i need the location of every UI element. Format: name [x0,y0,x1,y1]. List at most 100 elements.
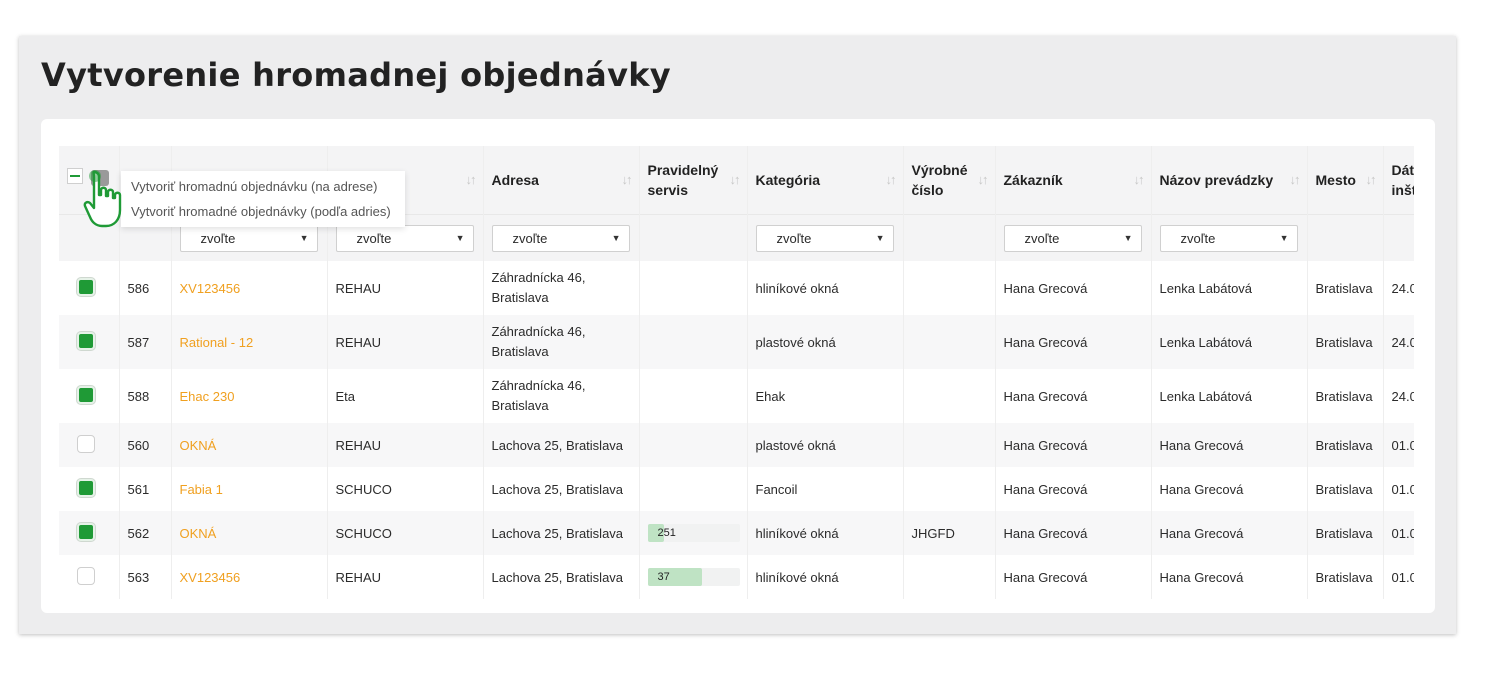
table-row[interactable]: 561 Fabia 1 SCHUCO Lachova 25, Bratislav… [59,467,1414,511]
row-checkbox[interactable] [77,331,95,350]
cell-establishment: Hana Grecová [1151,423,1308,467]
cell-establishment: Lenka Labátová [1151,369,1308,423]
cell-address: Lachova 25, Bratislava [483,511,640,555]
sort-icon[interactable]: ↓↑ [466,172,477,187]
cell-establishment: Hana Grecová [1151,511,1308,555]
cell-address: Záhradnícka 46, Bratislava [483,315,640,369]
address-line: Bratislava [491,398,549,413]
device-name-link[interactable]: XV123456 [180,281,241,296]
sort-icon[interactable]: ↓↑ [1134,172,1145,187]
row-checkbox[interactable] [77,277,95,296]
sort-icon[interactable]: ↓↑ [622,172,633,187]
select-all-checkbox[interactable] [67,168,83,184]
address-line: Záhradnícka 46, [491,378,586,393]
table-row[interactable]: 588 Ehac 230 Eta Záhradnícka 46, Bratisla… [59,369,1414,423]
header-serial[interactable]: Výrobné číslo ↓↑ [903,146,996,215]
row-checkbox[interactable] [77,385,95,404]
chevron-down-icon: ▼ [1279,232,1289,243]
cell-city: Bratislava [1307,261,1384,315]
row-checkbox[interactable] [77,566,95,585]
chevron-down-icon: ▼ [875,232,885,243]
cell-id: 587 [119,315,172,369]
table-row[interactable]: 587 Rational - 12 REHAU Záhradnícka 46, B… [59,315,1414,369]
menu-item-bulk-by-addresses[interactable]: Vytvoriť hromadné objednávky (podľa adri… [121,199,405,224]
cell-establishment: Lenka Labátová [1151,261,1308,315]
cell-address: Záhradnícka 46, Bratislava [483,369,640,423]
cell-customer: Hana Grecová [995,555,1152,599]
header-establishment-label: Názov prevádzky [1159,172,1274,188]
header-city[interactable]: Mesto ↓↑ [1307,146,1384,215]
cell-category: hliníkové okná [747,261,904,315]
cell-serial [903,261,996,315]
cell-regular-service: 37 [639,555,748,599]
table-row[interactable]: 586 XV123456 REHAU Záhradnícka 46, Bratis… [59,261,1414,315]
cell-city: Bratislava [1307,555,1384,599]
sort-icon[interactable]: ↓↑ [1290,172,1301,187]
cell-brand: REHAU [327,261,484,315]
device-name-link[interactable]: OKNÁ [180,438,217,453]
cell-regular-service [639,315,748,369]
device-name-link[interactable]: Ehac 230 [180,389,235,404]
cell-regular-service [639,467,748,511]
row-checkbox[interactable] [77,434,95,453]
device-name-link[interactable]: OKNÁ [180,526,217,541]
cell-customer: Hana Grecová [995,467,1152,511]
cell-customer: Hana Grecová [995,261,1152,315]
header-city-label: Mesto [1315,172,1356,188]
cell-category: hliníkové okná [747,555,904,599]
filter-address-select[interactable]: zvoľte ▼ [491,224,630,252]
cell-regular-service [639,261,748,315]
service-progress-bar: 251 [647,524,740,542]
device-name-link[interactable]: XV123456 [180,570,241,585]
address-line: Lachova 25, Bratislava [491,481,624,497]
table-row[interactable]: 562 OKNÁ SCHUCO Lachova 25, Bratislava 2… [59,511,1414,555]
header-customer-label: Zákazník [1003,172,1063,188]
filter-establishment-select[interactable]: zvoľte ▼ [1159,224,1298,252]
filter-customer-select[interactable]: zvoľte ▼ [1003,224,1142,252]
header-serial-label-1: Výrobné [911,162,968,178]
table-row[interactable]: 560 OKNÁ REHAU Lachova 25, Bratislava pl… [59,423,1414,467]
cell-date: 01.0 [1383,511,1414,555]
filter-name-select[interactable]: zvoľte ▼ [179,224,318,252]
cell-id: 586 [119,261,172,315]
page-title: Vytvorenie hromadnej objednávky [41,56,671,94]
header-category[interactable]: Kategória ↓↑ [747,146,904,215]
cell-city: Bratislava [1307,467,1384,511]
device-name-link[interactable]: Rational - 12 [180,335,254,350]
header-establishment[interactable]: Názov prevádzky ↓↑ [1151,146,1308,215]
filter-category-select[interactable]: zvoľte ▼ [755,224,894,252]
sort-icon[interactable]: ↓↑ [886,172,897,187]
cell-customer: Hana Grecová [995,369,1152,423]
header-address[interactable]: Adresa ↓↑ [483,146,640,215]
sort-icon[interactable]: ↓↑ [730,172,741,187]
menu-item-bulk-at-address[interactable]: Vytvoriť hromadnú objednávku (na adrese) [121,174,405,199]
header-date[interactable]: Dát inšt [1383,146,1414,215]
cell-id: 563 [119,555,172,599]
cell-establishment: Lenka Labátová [1151,315,1308,369]
cell-id: 588 [119,369,172,423]
device-name-link[interactable]: Fabia 1 [180,482,223,497]
cell-regular-service: 251 [639,511,748,555]
address-line: Bratislava [491,344,549,359]
service-progress-value: 251 [657,527,676,539]
service-progress-bar: 37 [647,568,740,586]
header-regular-service[interactable]: Pravidelný servis ↓↑ [639,146,748,215]
row-checkbox[interactable] [77,478,95,497]
filter-brand-select[interactable]: zvoľte ▼ [335,224,474,252]
chevron-down-icon: ▼ [1123,232,1133,243]
sort-icon[interactable]: ↓↑ [1366,172,1377,187]
table-row[interactable]: 563 XV123456 REHAU Lachova 25, Bratislav… [59,555,1414,599]
cell-category: plastové okná [747,423,904,467]
cell-serial [903,315,996,369]
cell-serial [903,369,996,423]
cell-serial: JHGFD [903,511,996,555]
cell-category: plastové okná [747,315,904,369]
sort-icon[interactable]: ↓↑ [978,172,989,187]
cell-id: 562 [119,511,172,555]
header-customer[interactable]: Zákazník ↓↑ [995,146,1152,215]
cell-date: 01.0 [1383,555,1414,599]
row-checkbox[interactable] [77,522,95,541]
cell-city: Bratislava [1307,511,1384,555]
cell-address: Záhradnícka 46, Bratislava [483,261,640,315]
address-line: Záhradnícka 46, [491,324,586,339]
